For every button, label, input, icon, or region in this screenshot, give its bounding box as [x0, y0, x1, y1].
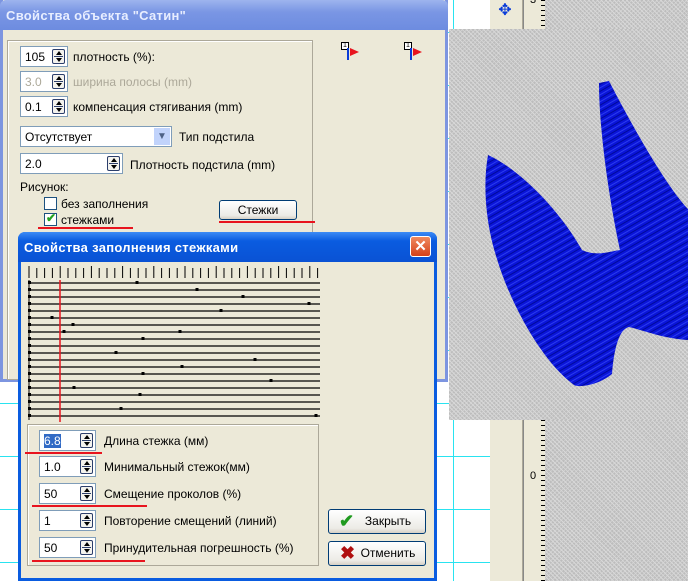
fill-param-spinner[interactable]: 50 — [39, 537, 96, 558]
stitch-point[interactable] — [253, 358, 257, 361]
density-label: плотность (%): — [73, 50, 155, 64]
stitches-button[interactable]: Стежки — [219, 200, 297, 220]
spin-arrows-icon[interactable] — [80, 486, 93, 501]
underlay-type-select[interactable]: Отсутствует ▼ — [20, 126, 172, 147]
stitch-point[interactable] — [141, 337, 145, 340]
spin-arrows-icon[interactable] — [80, 540, 93, 555]
stitch-point[interactable] — [178, 330, 182, 333]
highlight-underline — [32, 560, 145, 562]
flag-start-icon[interactable]: 1 — [341, 42, 361, 62]
stitch-preview — [449, 29, 688, 420]
fill-param-spinner[interactable]: 1.0 — [39, 456, 96, 477]
spin-arrows-icon[interactable] — [52, 49, 65, 64]
spin-arrows-icon[interactable] — [80, 459, 93, 474]
stitch-offset-graph[interactable] — [24, 262, 324, 424]
stitches-label: стежками — [61, 213, 115, 227]
width-spinner: 3.0 — [20, 71, 68, 92]
stitch-point[interactable] — [307, 302, 311, 305]
stitch-point[interactable] — [114, 351, 118, 354]
fill-param-spinner[interactable]: 6.8 — [39, 430, 96, 451]
width-label: ширина полосы (mm) — [73, 75, 193, 89]
stitch-point[interactable] — [62, 330, 66, 333]
spin-arrows-icon — [52, 74, 65, 89]
fill-param-label: Повторение смещений (линий) — [104, 514, 277, 528]
fill-param-spinner[interactable]: 50 — [39, 483, 96, 504]
stitch-point[interactable] — [219, 309, 223, 312]
check-icon: ✔ — [339, 511, 355, 531]
underlay-density-label: Плотность подстила (mm) — [130, 158, 276, 172]
close-icon[interactable]: ✕ — [410, 236, 431, 257]
stitch-point[interactable] — [71, 323, 75, 326]
no-fill-label: без заполнения — [61, 197, 149, 211]
fill-param-label: Длина стежка (мм) — [104, 434, 209, 448]
fill-param-spinner[interactable]: 1 — [39, 510, 96, 531]
checkmark-icon: ✔ — [46, 211, 57, 225]
close-button[interactable]: ✔ Закрыть — [328, 509, 426, 534]
spin-arrows-icon[interactable] — [52, 99, 65, 114]
satin-shape — [485, 81, 688, 387]
density-spinner[interactable]: 105 — [20, 46, 68, 67]
spin-arrows-icon[interactable] — [80, 513, 93, 528]
underlay-type-label: Тип подстила — [179, 130, 255, 144]
pattern-label: Рисунок: — [20, 180, 69, 194]
stitch-point[interactable] — [314, 414, 318, 417]
underlay-density-spinner[interactable]: 2.0 — [20, 153, 123, 174]
fill-param-label: Смещение проколов (%) — [104, 487, 242, 501]
stitch-point[interactable] — [119, 407, 123, 410]
compensation-spinner[interactable]: 0.1 — [20, 96, 68, 117]
spin-arrows-icon[interactable] — [107, 156, 120, 171]
highlight-underline — [32, 505, 147, 507]
stitch-point[interactable] — [72, 386, 76, 389]
x-icon: ✖ — [340, 543, 356, 563]
stitches-checkbox[interactable]: ✔ — [44, 211, 57, 226]
stitch-point[interactable] — [241, 295, 245, 298]
fill-param-label: Принудительная погрешность (%) — [104, 541, 294, 555]
move-icon[interactable]: ✥ — [497, 3, 513, 19]
no-fill-checkbox[interactable] — [44, 197, 57, 210]
highlight-underline — [219, 221, 315, 223]
compensation-label: компенсация стягивания (mm) — [73, 100, 243, 114]
flag-end-icon[interactable]: 1 — [404, 42, 424, 62]
stitch-point[interactable] — [50, 316, 54, 319]
chevron-down-icon[interactable]: ▼ — [154, 128, 170, 145]
dialog-title: Свойства заполнения стежками — [18, 232, 437, 262]
stitch-point[interactable] — [135, 281, 139, 284]
cancel-button[interactable]: ✖ Отменить — [328, 541, 426, 566]
stitch-point[interactable] — [269, 379, 273, 382]
dialog-title: Свойства объекта "Сатин" — [0, 0, 448, 30]
ruler-label-top: 3 — [530, 0, 537, 6]
spin-arrows-icon[interactable] — [80, 433, 93, 448]
fill-param-label: Минимальный стежок(мм) — [104, 460, 250, 474]
stitch-point[interactable] — [141, 372, 145, 375]
highlight-underline — [38, 227, 133, 229]
highlight-underline — [25, 452, 102, 454]
stitch-point[interactable] — [195, 288, 199, 291]
stitch-point[interactable] — [138, 393, 142, 396]
ruler-label-bottom: 0 — [530, 470, 537, 482]
stitch-point[interactable] — [180, 365, 184, 368]
